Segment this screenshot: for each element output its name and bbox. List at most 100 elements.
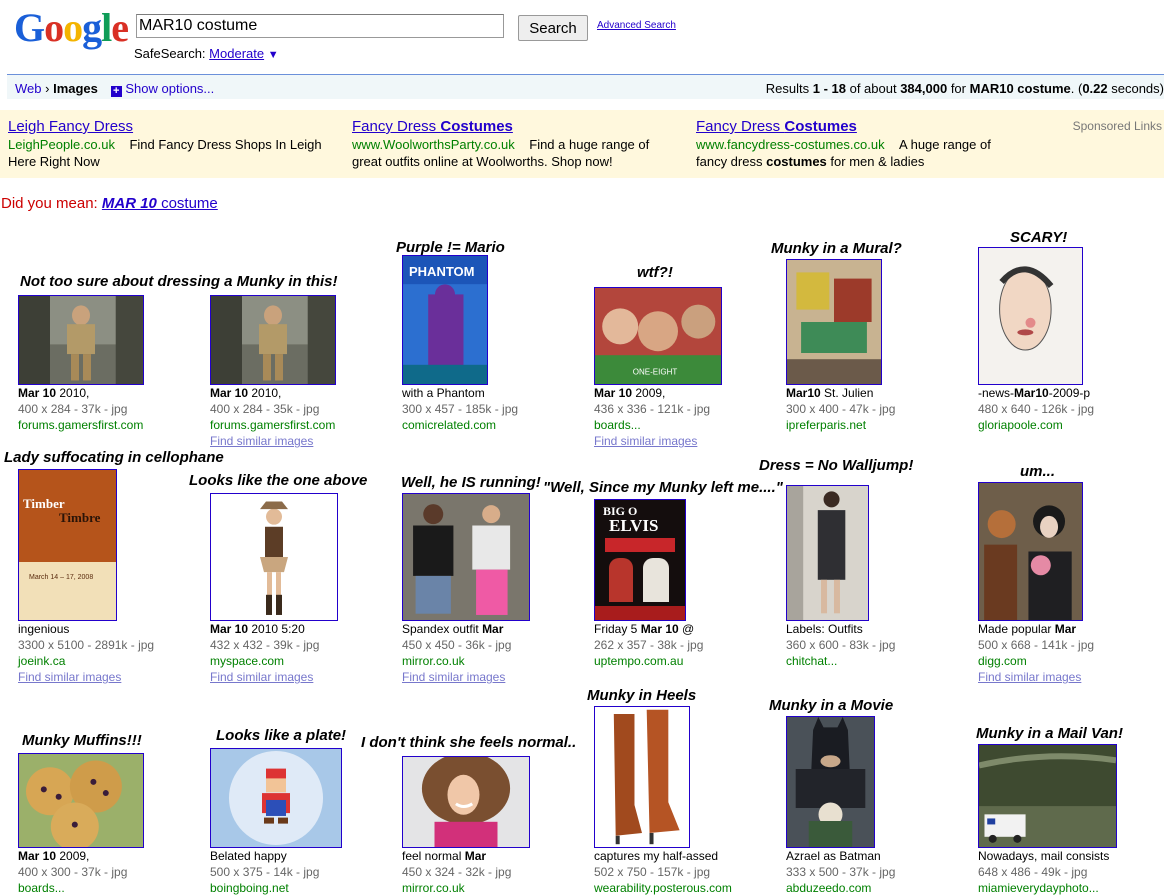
party-photo-image[interactable] bbox=[978, 482, 1083, 621]
result-host[interactable]: digg.com bbox=[978, 653, 1094, 669]
result-host[interactable]: mirror.co.uk bbox=[402, 653, 511, 669]
result-description: Nowadays, mail consists bbox=[978, 849, 1110, 863]
result-size: 480 x 640 - 126k - jpg bbox=[978, 402, 1095, 416]
result-caption: Well, he IS running! bbox=[401, 474, 541, 491]
result-description: ingenious bbox=[18, 622, 70, 636]
result-host[interactable]: myspace.com bbox=[210, 653, 319, 669]
find-similar-link[interactable]: Find similar images bbox=[978, 669, 1094, 685]
boots-image[interactable] bbox=[594, 706, 690, 848]
poster-image[interactable]: Timber Timbre March 14 – 17, 2008 bbox=[18, 469, 117, 621]
result-description: Friday 5 Mar 10 @ bbox=[594, 622, 695, 636]
sketch-image[interactable] bbox=[978, 247, 1083, 385]
game-character-image[interactable] bbox=[18, 295, 144, 385]
svg-text:PHANTOM: PHANTOM bbox=[409, 264, 474, 279]
result-meta: Mar 10 2010 5:20 432 x 432 - 39k - jpg mys… bbox=[210, 621, 319, 685]
show-options-link[interactable]: Show options... bbox=[125, 81, 214, 96]
ad-desc: Find a huge range of bbox=[529, 137, 650, 152]
result-host[interactable]: joeink.ca bbox=[18, 653, 154, 669]
street-photo-image[interactable] bbox=[402, 493, 530, 621]
chevron-down-icon[interactable]: ▼ bbox=[268, 49, 279, 61]
ad-desc: Find Fancy Dress Shops In Leigh bbox=[129, 137, 322, 152]
batman-image[interactable] bbox=[786, 716, 875, 848]
safesearch-dropdown[interactable]: Moderate bbox=[209, 46, 264, 61]
advanced-search-link[interactable]: Advanced Search bbox=[597, 20, 676, 31]
google-logo[interactable]: Google bbox=[14, 8, 129, 48]
result-meta: Mar 10 2010, 400 x 284 - 37k - jpg forums.… bbox=[18, 385, 143, 433]
ad-item: Fancy Dress Costumes www.WoolworthsParty… bbox=[352, 118, 672, 170]
results-bar: Web › Images + Show options... Results 1… bbox=[7, 74, 1164, 99]
search-input[interactable] bbox=[136, 14, 504, 38]
result-meta: Spandex outfit Mar 450 x 450 - 36k - jpg m… bbox=[402, 621, 511, 685]
result-size: 436 x 336 - 121k - jpg bbox=[594, 402, 711, 416]
portrait-image[interactable] bbox=[402, 756, 530, 848]
ad-desc: great outfits online at Woolworths. Shop… bbox=[352, 154, 613, 169]
result-meta: feel normal Mar 450 x 324 - 32k - jpg mirr… bbox=[402, 848, 511, 896]
dress-photo-image[interactable] bbox=[786, 485, 869, 621]
result-meta: with a Phantom 300 x 457 - 185k - jpg comi… bbox=[402, 385, 518, 433]
web-tab[interactable]: Web bbox=[15, 81, 42, 96]
game-character-image[interactable] bbox=[210, 295, 336, 385]
result-host[interactable]: forums.gamersfirst.com bbox=[18, 417, 143, 433]
result-caption: Looks like a plate! bbox=[216, 727, 347, 744]
ad-title[interactable]: Fancy Dress Costumes bbox=[352, 118, 672, 135]
result-description: Mar 10 2010 5:20 bbox=[210, 622, 305, 636]
result-description: with a Phantom bbox=[402, 386, 485, 400]
ad-url: www.fancydress-costumes.co.uk bbox=[696, 137, 885, 152]
result-size: 300 x 400 - 47k - jpg bbox=[786, 402, 896, 416]
find-similar-link[interactable]: Find similar images bbox=[210, 433, 335, 449]
result-size: 450 x 324 - 32k - jpg bbox=[402, 865, 512, 879]
images-tab: Images bbox=[53, 81, 98, 96]
result-caption: Munky in a Mail Van! bbox=[976, 725, 1123, 742]
muffins-image[interactable] bbox=[18, 753, 144, 848]
did-you-mean-link[interactable]: MAR 10 costume bbox=[102, 195, 218, 212]
plus-icon[interactable]: + bbox=[110, 86, 122, 97]
result-host[interactable]: ipreferparis.net bbox=[786, 417, 895, 433]
result-size: 502 x 750 - 157k - jpg bbox=[594, 865, 711, 879]
find-similar-link[interactable]: Find similar images bbox=[594, 433, 710, 449]
result-description: Mar 10 2009, bbox=[594, 386, 666, 400]
mario-plate-image[interactable] bbox=[210, 748, 342, 848]
ad-url: www.WoolworthsParty.co.uk bbox=[352, 137, 515, 152]
result-description: captures my half-assed bbox=[594, 849, 719, 863]
result-host[interactable]: uptempo.com.au bbox=[594, 653, 703, 669]
did-you-mean: Did you mean: MAR 10 costume bbox=[1, 195, 218, 212]
poster-title: Timbre bbox=[59, 510, 101, 525]
ad-title[interactable]: Leigh Fancy Dress bbox=[8, 118, 328, 135]
result-description: Mar 10 2010, bbox=[18, 386, 90, 400]
comic-cover-image[interactable]: PHANTOM bbox=[402, 255, 488, 385]
result-host[interactable]: boards... bbox=[594, 417, 710, 433]
result-meta: Made popular Mar 500 x 668 - 141k - jpg di… bbox=[978, 621, 1094, 685]
elvis-poster-image[interactable]: BIG O ELVIS bbox=[594, 499, 686, 621]
search-button[interactable]: Search bbox=[518, 15, 588, 41]
result-description: Spandex outfit Mar bbox=[402, 622, 504, 636]
result-host[interactable]: chitchat... bbox=[786, 653, 895, 669]
result-meta: Mar 10 2009, 436 x 336 - 121k - jpg boards… bbox=[594, 385, 710, 449]
ad-desc: A huge range of bbox=[899, 137, 991, 152]
result-caption: Munky in a Movie bbox=[769, 697, 894, 714]
result-meta: -news-Mar10-2009-p 480 x 640 - 126k - jpg… bbox=[978, 385, 1094, 433]
result-size: 450 x 450 - 36k - jpg bbox=[402, 638, 512, 652]
mural-image[interactable] bbox=[786, 259, 882, 385]
costume-image[interactable] bbox=[210, 493, 338, 621]
result-caption: Dress = No Walljump! bbox=[759, 457, 914, 474]
result-description: feel normal Mar bbox=[402, 849, 487, 863]
result-meta: Nowadays, mail consists 648 x 486 - 49k -… bbox=[978, 848, 1109, 896]
find-similar-link[interactable]: Find similar images bbox=[210, 669, 319, 685]
result-caption: "Well, Since my Munky left me...." bbox=[543, 479, 783, 496]
result-size: 500 x 375 - 14k - jpg bbox=[210, 865, 320, 879]
find-similar-link[interactable]: Find similar images bbox=[18, 669, 154, 685]
mail-van-image[interactable] bbox=[978, 744, 1117, 848]
result-host[interactable]: gloriapoole.com bbox=[978, 417, 1094, 433]
result-meta: Mar 10 2010, 400 x 284 - 35k - jpg forums.… bbox=[210, 385, 335, 449]
result-host[interactable]: comicrelated.com bbox=[402, 417, 518, 433]
ad-title[interactable]: Fancy Dress Costumes bbox=[696, 118, 1016, 135]
poster-date: March 14 – 17, 2008 bbox=[29, 574, 94, 581]
find-similar-link[interactable]: Find similar images bbox=[402, 669, 511, 685]
result-host[interactable]: forums.gamersfirst.com bbox=[210, 417, 335, 433]
collage-image[interactable]: ONE-EIGHT bbox=[594, 287, 722, 385]
result-size: 333 x 500 - 37k - jpg bbox=[786, 865, 896, 879]
result-description: -news-Mar10-2009-p bbox=[978, 386, 1091, 400]
results-stats: Results 1 - 18 of about 384,000 for MAR1… bbox=[765, 81, 1164, 96]
result-size: 400 x 300 - 37k - jpg bbox=[18, 865, 128, 879]
ad-item: Leigh Fancy Dress LeighPeople.co.uk Find… bbox=[8, 118, 328, 170]
